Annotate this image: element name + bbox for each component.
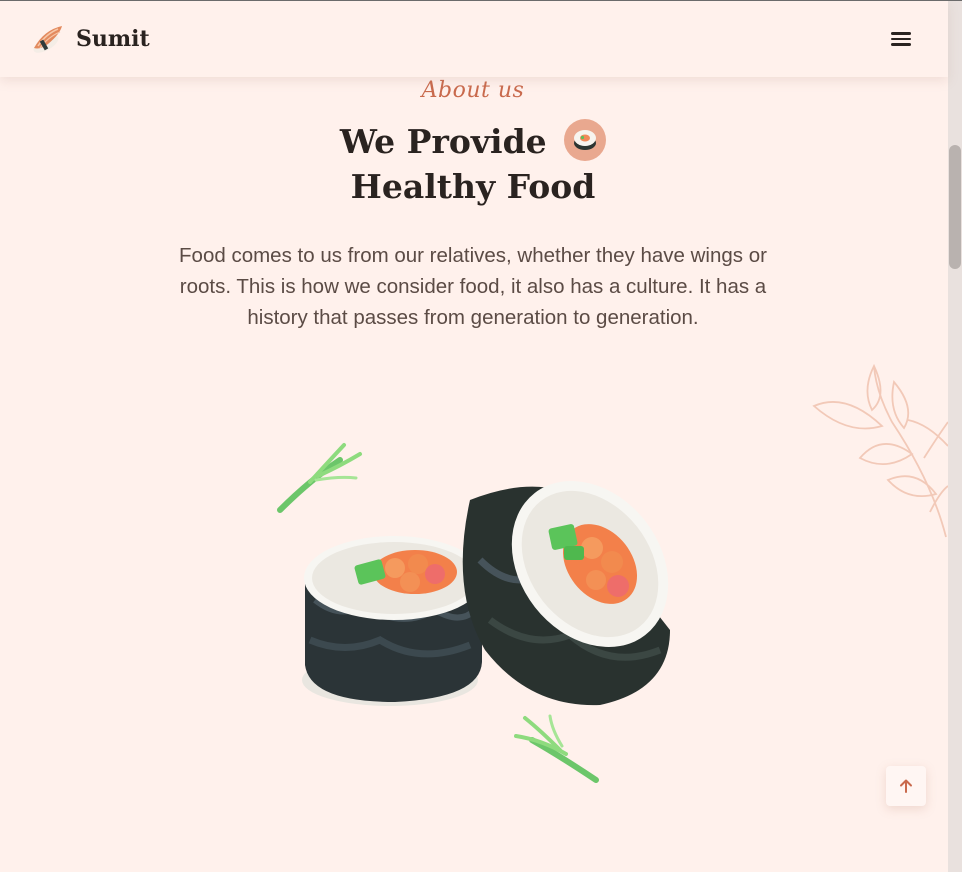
sushi-rolls-image [277, 443, 670, 783]
brand-name: Sumit [76, 26, 150, 52]
sushi-roll-left [302, 536, 484, 706]
title-line-1-text: We Provide [339, 122, 547, 161]
hamburger-menu-icon[interactable] [888, 27, 914, 51]
scallion-bottom-icon [514, 714, 599, 783]
arrow-up-icon [900, 779, 912, 793]
brand-link[interactable]: Sumit [30, 22, 150, 56]
scallion-top-icon [277, 443, 362, 513]
scrollbar-thumb[interactable] [949, 145, 961, 269]
window-top-border [0, 0, 962, 1]
scrollbar-track[interactable] [948, 0, 962, 872]
section-title: We Provide Healthy Food [0, 119, 946, 209]
title-line-1: We Provide [0, 119, 946, 165]
scroll-to-top-button[interactable] [886, 766, 926, 806]
sushi-roll-right [462, 481, 670, 706]
section-description: Food comes to us from our relatives, whe… [179, 244, 767, 329]
sushi-roll-icon [564, 119, 607, 161]
leaf-decoration-icon [812, 363, 948, 538]
sushi-nigiri-icon [33, 26, 62, 53]
section-subtitle: About us [421, 78, 525, 103]
title-line-2: Healthy Food [350, 167, 596, 206]
navbar: Sumit [0, 1, 948, 77]
